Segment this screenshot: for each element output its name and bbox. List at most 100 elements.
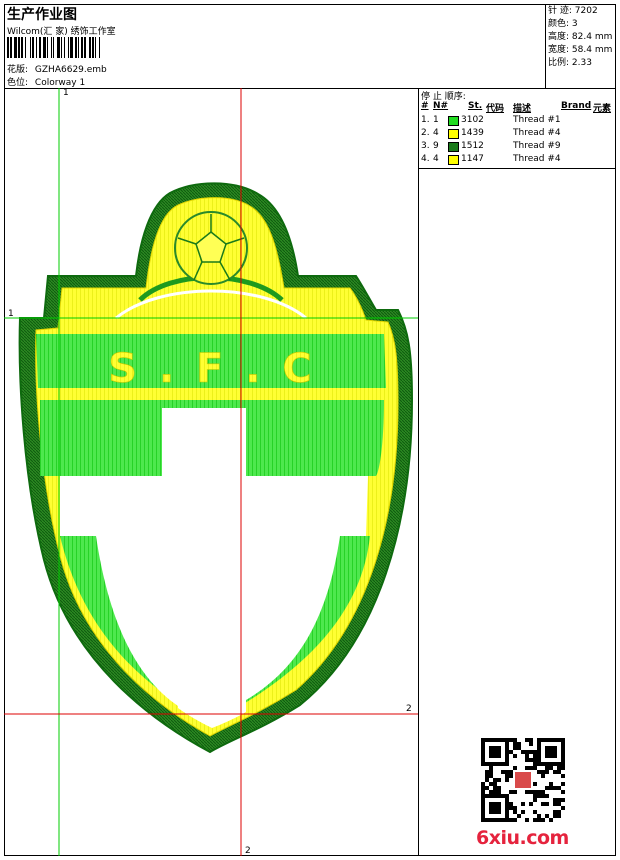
qr-module xyxy=(545,786,549,790)
watermark-text: 6xiu.com xyxy=(476,827,569,849)
qr-module xyxy=(537,818,541,822)
qr-module xyxy=(537,770,541,774)
qr-module xyxy=(533,758,537,762)
qr-module xyxy=(481,782,485,786)
marker-1-left: 1 xyxy=(8,309,14,319)
qr-module xyxy=(553,770,557,774)
qr-module xyxy=(537,790,541,794)
qr-module xyxy=(557,810,561,814)
qr-module xyxy=(553,814,557,818)
qr-module xyxy=(533,762,537,766)
qr-module xyxy=(561,790,565,794)
qr-code-icon xyxy=(481,738,565,822)
qr-module xyxy=(537,794,541,798)
qr-module xyxy=(493,782,497,786)
qr-module xyxy=(509,818,513,822)
qr-module xyxy=(513,754,517,758)
qr-module xyxy=(557,798,561,802)
qr-module xyxy=(513,818,517,822)
qr-module xyxy=(513,738,517,742)
qr-module xyxy=(549,818,553,822)
qr-module xyxy=(505,774,509,778)
qr-module xyxy=(509,738,513,742)
qr-module xyxy=(525,750,529,754)
qr-module xyxy=(545,802,549,806)
qr-module xyxy=(517,814,521,818)
qr-module xyxy=(533,798,537,802)
qr-module xyxy=(515,772,531,788)
qr-module xyxy=(497,786,501,790)
qr-module xyxy=(481,786,485,790)
qr-module xyxy=(553,802,557,806)
qr-module xyxy=(561,766,565,770)
qr-module xyxy=(541,794,545,798)
qr-module xyxy=(481,790,485,794)
qr-module xyxy=(533,794,537,798)
qr-module xyxy=(537,814,541,818)
design-preview: S . F . C xyxy=(4,88,418,856)
qr-module xyxy=(513,766,517,770)
qr-module xyxy=(489,746,501,758)
qr-module xyxy=(533,782,537,786)
qr-module xyxy=(529,766,533,770)
marker-1-top: 1 xyxy=(63,88,69,98)
qr-module xyxy=(561,798,565,802)
qr-module xyxy=(529,750,533,754)
qr-module xyxy=(497,790,501,794)
qr-module xyxy=(545,794,549,798)
qr-module xyxy=(529,802,533,806)
qr-module xyxy=(541,818,545,822)
qr-module xyxy=(489,770,493,774)
qr-module xyxy=(561,806,565,810)
qr-module xyxy=(525,790,529,794)
qr-module xyxy=(485,770,489,774)
qr-module xyxy=(521,810,525,814)
qr-module xyxy=(521,750,525,754)
qr-module xyxy=(557,766,561,770)
qr-module xyxy=(541,774,545,778)
qr-module xyxy=(513,810,517,814)
qr-module xyxy=(509,790,513,794)
qr-module xyxy=(493,790,497,794)
qr-module xyxy=(509,750,513,754)
qr-module xyxy=(545,746,557,758)
qr-module xyxy=(529,738,533,742)
qr-module xyxy=(509,802,513,806)
qr-module xyxy=(509,774,513,778)
qr-module xyxy=(525,818,529,822)
qr-module xyxy=(501,770,505,774)
qr-module xyxy=(505,778,509,782)
qr-module xyxy=(541,770,545,774)
qr-module xyxy=(549,766,553,770)
qr-module xyxy=(557,802,561,806)
qr-module xyxy=(525,758,529,762)
qr-module xyxy=(493,786,497,790)
qr-module xyxy=(533,754,537,758)
marker-2-bottom: 2 xyxy=(245,846,251,856)
qr-module xyxy=(509,806,513,810)
qr-module xyxy=(529,790,533,794)
shield-yellow-rays xyxy=(70,296,350,330)
qr-module xyxy=(489,766,493,770)
qr-module xyxy=(493,778,497,782)
qr-module xyxy=(553,798,557,802)
qr-module xyxy=(525,754,529,758)
qr-module xyxy=(533,790,537,794)
qr-module xyxy=(561,782,565,786)
qr-module xyxy=(541,802,545,806)
qr-module xyxy=(557,786,561,790)
marker-2-right: 2 xyxy=(406,704,412,714)
qr-module xyxy=(533,810,537,814)
qr-module xyxy=(545,814,549,818)
qr-module xyxy=(533,766,537,770)
qr-module xyxy=(513,790,517,794)
qr-module xyxy=(517,742,521,746)
qr-module xyxy=(525,766,529,770)
qr-module xyxy=(509,770,513,774)
qr-module xyxy=(521,802,525,806)
qr-module xyxy=(549,786,553,790)
qr-module xyxy=(557,814,561,818)
qr-module xyxy=(541,790,545,794)
qr-module xyxy=(533,750,537,754)
qr-module xyxy=(553,810,557,814)
